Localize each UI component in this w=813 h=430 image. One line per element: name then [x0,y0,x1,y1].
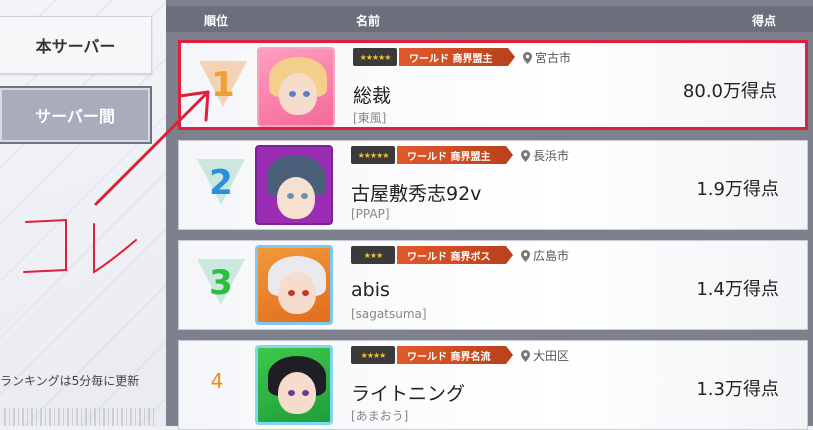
title-label: ワールド 商界名流 [397,346,513,364]
rank-badge: 1 [193,57,253,119]
rank-number: 3 [209,263,233,303]
update-note: ランキングは5分毎に更新 [0,374,140,388]
guild-name: [あまおう] [351,409,409,423]
ranking-row[interactable]: 3 ★★★ ワールド 商界ボス 広島市 abis [sagatsuma] 1.4… [178,240,808,330]
header-rank: 順位 [204,14,229,28]
decorative-barcode [4,408,154,426]
avatar-face [279,73,317,115]
player-avatar[interactable] [257,47,335,127]
player-name: 古屋敷秀志92v [351,183,482,205]
guild-name: [PPAP] [351,207,390,221]
title-badge: ★★★★★ ワールド 商界盟主 [353,47,515,67]
location-text: 広島市 [533,249,570,263]
rank-badge: 3 [191,255,251,317]
ranking-row[interactable]: 2 ★★★★★ ワールド 商界盟主 長浜市 古屋敷秀志92v [PPAP] 1.… [178,140,808,230]
location-text: 宮古市 [535,51,572,65]
tab-this-server[interactable]: 本サーバー [0,16,152,74]
ranking-row[interactable]: 4 ★★★★ ワールド 商界名流 大田区 ライトニング [あまおう] 1.3万得… [178,340,808,430]
avatar-eye [302,390,309,396]
avatar-face [277,177,315,219]
location: 大田区 [521,347,569,364]
avatar-eye [287,193,294,199]
rank-stars: ★★★ [351,246,395,264]
title-label: ワールド 商界ボス [397,246,513,264]
sidebar: 本サーバー サーバー間 ランキングは5分毎に更新 [0,0,166,426]
location-pin-icon [523,51,532,64]
title-label: ワールド 商界盟主 [399,48,515,66]
ranking-panel: 順位 名前 得点 1 ★★★★★ ワールド 商界盟主 宮古市 総裁 [東風] 8… [166,0,813,430]
rank-stars: ★★★★ [351,346,395,364]
player-avatar[interactable] [255,345,333,425]
location-text: 大田区 [533,349,570,363]
tab-cross-server[interactable]: サーバー間 [0,86,152,144]
player-name: abis [351,279,390,301]
title-label: ワールド 商界盟主 [397,146,513,164]
rank-stars: ★★★★★ [353,48,397,66]
guild-name: [東風] [353,111,387,125]
location: 宮古市 [523,49,571,66]
ranking-row[interactable]: 1 ★★★★★ ワールド 商界盟主 宮古市 総裁 [東風] 80.0万得点 [178,40,808,130]
ranking-header: 順位 名前 得点 [166,6,813,32]
location-pin-icon [521,349,530,362]
player-score: 1.4万得点 [696,279,779,300]
avatar-face [278,272,316,314]
player-avatar[interactable] [255,245,333,325]
player-name: ライトニング [351,383,466,405]
rank-stars: ★★★★★ [351,146,395,164]
title-badge: ★★★★ ワールド 商界名流 [351,345,513,365]
player-avatar[interactable] [255,145,333,225]
player-score: 1.3万得点 [696,379,779,400]
rank-number: 1 [211,65,235,105]
avatar-eye [302,290,309,296]
guild-name: [sagatsuma] [351,307,427,321]
title-badge: ★★★ ワールド 商界ボス [351,245,513,265]
location: 長浜市 [521,147,569,164]
rank-number: 2 [209,163,233,203]
location-pin-icon [521,249,530,262]
avatar-eye [301,193,308,199]
location-pin-icon [521,149,530,162]
player-score: 80.0万得点 [682,81,777,102]
title-badge: ★★★★★ ワールド 商界盟主 [351,145,513,165]
avatar-face [278,372,316,414]
header-name: 名前 [356,14,381,28]
avatar-eye [288,290,295,296]
rank-badge: 2 [191,155,251,217]
rank-number: 4 [210,369,224,393]
avatar-eye [288,390,295,396]
location: 広島市 [521,247,569,264]
location-text: 長浜市 [533,149,570,163]
header-score: 得点 [752,14,777,28]
player-score: 1.9万得点 [696,179,779,200]
avatar-eye [303,91,310,97]
avatar-eye [289,91,296,97]
player-name: 総裁 [353,85,392,107]
